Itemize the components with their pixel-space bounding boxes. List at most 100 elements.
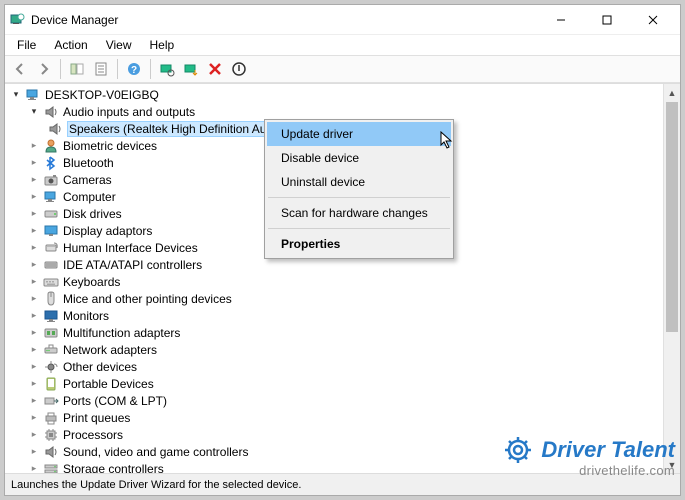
expander-icon[interactable]: ▸ bbox=[27, 190, 41, 204]
context-properties[interactable]: Properties bbox=[267, 232, 451, 256]
help-button[interactable]: ? bbox=[123, 58, 145, 80]
computer-icon bbox=[43, 189, 59, 205]
tree-label: Keyboards bbox=[63, 275, 120, 289]
menu-file[interactable]: File bbox=[9, 36, 44, 54]
tree-label: Cameras bbox=[63, 173, 112, 187]
tree-label: DESKTOP-V0EIGBQ bbox=[45, 88, 159, 102]
uninstall-button[interactable] bbox=[204, 58, 226, 80]
scan-hardware-button[interactable] bbox=[156, 58, 178, 80]
expander-icon[interactable]: ▾ bbox=[27, 105, 41, 119]
tree-category[interactable]: ▸ Other devices bbox=[5, 358, 680, 375]
tree-label: Processors bbox=[63, 428, 123, 442]
tree-category[interactable]: ▸ Monitors bbox=[5, 307, 680, 324]
expander-icon[interactable]: ▸ bbox=[27, 224, 41, 238]
update-driver-button[interactable] bbox=[180, 58, 202, 80]
tree-category[interactable]: ▸ Processors bbox=[5, 426, 680, 443]
bluetooth-icon bbox=[43, 155, 59, 171]
tree-label: Bluetooth bbox=[63, 156, 114, 170]
context-scan-hardware[interactable]: Scan for hardware changes bbox=[267, 201, 451, 225]
tree-label: Biometric devices bbox=[63, 139, 157, 153]
tree-label: Storage controllers bbox=[63, 462, 164, 474]
expander-icon[interactable]: ▸ bbox=[27, 411, 41, 425]
person-icon bbox=[43, 138, 59, 154]
expander-icon[interactable]: ▸ bbox=[27, 275, 41, 289]
window-title: Device Manager bbox=[31, 13, 538, 27]
menu-help[interactable]: Help bbox=[142, 36, 183, 54]
close-button[interactable] bbox=[630, 6, 676, 34]
tree-category[interactable]: ▸ Ports (COM & LPT) bbox=[5, 392, 680, 409]
context-menu: Update driver Disable device Uninstall d… bbox=[264, 119, 454, 259]
menubar: File Action View Help bbox=[5, 35, 680, 55]
speaker-icon bbox=[43, 104, 59, 120]
speaker-icon bbox=[47, 121, 63, 137]
printer-icon bbox=[43, 410, 59, 426]
tree-label: Sound, video and game controllers bbox=[63, 445, 248, 459]
expander-icon[interactable]: ▸ bbox=[27, 207, 41, 221]
tree-category[interactable]: ▸ Keyboards bbox=[5, 273, 680, 290]
tree-root[interactable]: ▾ DESKTOP-V0EIGBQ bbox=[5, 86, 680, 103]
storage-icon bbox=[43, 461, 59, 474]
tree-audio-category[interactable]: ▾ Audio inputs and outputs bbox=[5, 103, 680, 120]
tree-label: Speakers (Realtek High Definition Audio) bbox=[67, 121, 288, 137]
other-icon bbox=[43, 359, 59, 375]
expander-icon[interactable]: ▸ bbox=[27, 343, 41, 357]
toolbar-separator bbox=[117, 59, 118, 79]
expander-icon[interactable]: ▸ bbox=[27, 173, 41, 187]
tree-category[interactable]: ▸ Network adapters bbox=[5, 341, 680, 358]
maximize-button[interactable] bbox=[584, 6, 630, 34]
expander-icon[interactable]: ▸ bbox=[27, 139, 41, 153]
back-button[interactable] bbox=[9, 58, 31, 80]
tree-category[interactable]: ▸ Portable Devices bbox=[5, 375, 680, 392]
forward-button[interactable] bbox=[33, 58, 55, 80]
tree-category[interactable]: ▸ Sound, video and game controllers bbox=[5, 443, 680, 460]
expander-icon[interactable]: ▸ bbox=[27, 258, 41, 272]
expander-icon[interactable]: ▾ bbox=[9, 88, 23, 102]
tree-label: Ports (COM & LPT) bbox=[63, 394, 167, 408]
expander-icon[interactable]: ▸ bbox=[27, 309, 41, 323]
menu-view[interactable]: View bbox=[98, 36, 140, 54]
properties-button[interactable] bbox=[90, 58, 112, 80]
tree-category[interactable]: ▸ Storage controllers bbox=[5, 460, 680, 473]
expander-icon[interactable]: ▸ bbox=[27, 428, 41, 442]
network-icon bbox=[43, 342, 59, 358]
expander-icon[interactable]: ▸ bbox=[27, 241, 41, 255]
vertical-scrollbar[interactable]: ▲ ▼ bbox=[663, 84, 680, 473]
tree-label: Multifunction adapters bbox=[63, 326, 180, 340]
tree-category[interactable]: ▸ Multifunction adapters bbox=[5, 324, 680, 341]
scroll-thumb[interactable] bbox=[666, 102, 678, 332]
menu-action[interactable]: Action bbox=[46, 36, 95, 54]
expander-icon[interactable]: ▸ bbox=[27, 326, 41, 340]
expander-icon[interactable]: ▸ bbox=[27, 156, 41, 170]
tree-label: Network adapters bbox=[63, 343, 157, 357]
multifunc-icon bbox=[43, 325, 59, 341]
context-update-driver[interactable]: Update driver bbox=[267, 122, 451, 146]
display-icon bbox=[43, 223, 59, 239]
app-icon bbox=[9, 12, 25, 28]
tree-label: Human Interface Devices bbox=[63, 241, 198, 255]
expander-icon[interactable]: ▸ bbox=[27, 394, 41, 408]
scroll-down-button[interactable]: ▼ bbox=[664, 456, 680, 473]
port-icon bbox=[43, 393, 59, 409]
expander-icon[interactable]: ▸ bbox=[27, 377, 41, 391]
context-disable-device[interactable]: Disable device bbox=[267, 146, 451, 170]
mouse-icon bbox=[43, 291, 59, 307]
context-uninstall-device[interactable]: Uninstall device bbox=[267, 170, 451, 194]
disable-button[interactable] bbox=[228, 58, 250, 80]
scroll-up-button[interactable]: ▲ bbox=[664, 84, 680, 101]
show-hide-console-button[interactable] bbox=[66, 58, 88, 80]
tree-label: Display adaptors bbox=[63, 224, 152, 238]
titlebar: Device Manager bbox=[5, 5, 680, 35]
expander-icon[interactable]: ▸ bbox=[27, 445, 41, 459]
expander-icon[interactable]: ▸ bbox=[27, 292, 41, 306]
tree-category[interactable]: ▸ Print queues bbox=[5, 409, 680, 426]
tree-label: Print queues bbox=[63, 411, 130, 425]
toolbar-separator bbox=[60, 59, 61, 79]
tree-label: Disk drives bbox=[63, 207, 122, 221]
minimize-button[interactable] bbox=[538, 6, 584, 34]
tree-category[interactable]: ▸ Mice and other pointing devices bbox=[5, 290, 680, 307]
toolbar-separator bbox=[150, 59, 151, 79]
camera-icon bbox=[43, 172, 59, 188]
expander-icon[interactable]: ▸ bbox=[27, 462, 41, 474]
svg-text:?: ? bbox=[131, 65, 137, 76]
expander-icon[interactable]: ▸ bbox=[27, 360, 41, 374]
